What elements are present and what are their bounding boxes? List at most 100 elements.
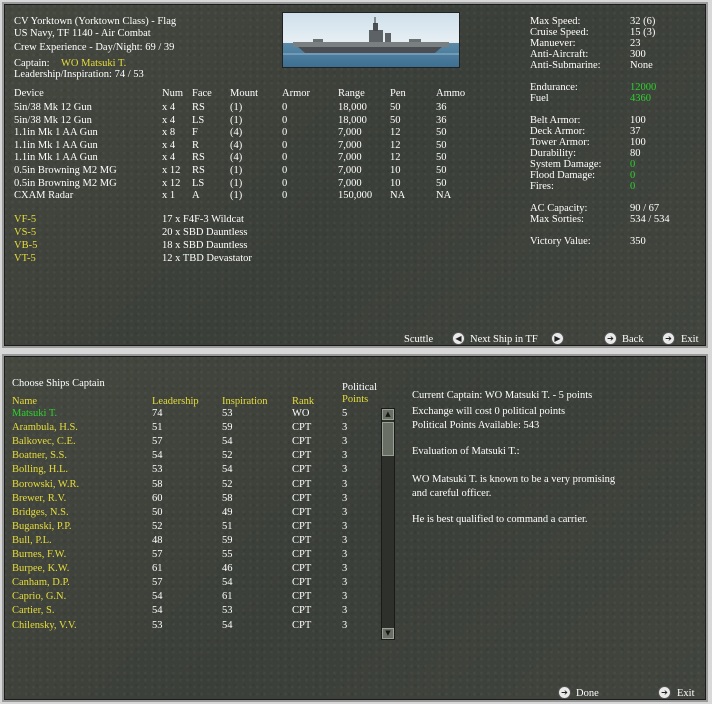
device-num: x 12: [162, 165, 181, 176]
stat-value: 0: [630, 159, 636, 170]
qualification-text: He is best qualified to command a carrie…: [412, 514, 588, 525]
device-num: x 12: [162, 177, 181, 189]
device-ammo: 50: [436, 127, 447, 139]
scrollbar-thumb[interactable]: [382, 422, 394, 456]
scroll-down-arrow-icon[interactable]: ▼: [382, 628, 394, 639]
captain-row[interactable]: Caprio, G.N. 54 61 CPT 3: [4, 591, 374, 604]
captain-row[interactable]: Chilensky, V.V. 53 54 CPT 3: [4, 620, 374, 633]
captain-name: Burnes, F.W.: [12, 549, 67, 560]
captain-leadership: 74: [152, 408, 163, 419]
squadron-aircraft: 12 x TBD Devastator: [162, 253, 252, 264]
captain-inspiration: 49: [222, 506, 233, 518]
squadron-name[interactable]: VF-5: [14, 214, 36, 225]
captain-rank: CPT: [292, 534, 312, 546]
captain-row[interactable]: Bull, P.L. 48 59 CPT 3: [4, 535, 374, 548]
captain-row[interactable]: Burnes, F.W. 57 55 CPT 3: [4, 549, 374, 562]
captain-list-scrollbar[interactable]: ▲ ▼: [381, 408, 395, 640]
captain-rank: CPT: [292, 422, 312, 434]
squadron-aircraft: 20 x SBD Dauntless: [162, 227, 248, 238]
captain-name: Matsuki T.: [12, 408, 58, 419]
captain-inspiration: 46: [222, 563, 233, 575]
ship-image: [282, 12, 460, 68]
leadership-inspiration: Leadership/Inspiration: 74 / 53: [14, 69, 144, 80]
device-name: 1.1in Mk 1 AA Gun: [14, 127, 98, 139]
squadron-name[interactable]: VT-5: [14, 253, 36, 264]
exit-button[interactable]: Exit: [677, 688, 695, 699]
previous-ship-arrow-icon[interactable]: ◀: [452, 332, 465, 345]
evaluation-text-line1: WO Matsuki T. is known to be a very prom…: [412, 474, 616, 485]
captain-inspiration: 53: [222, 605, 233, 617]
captain-row[interactable]: Balkovec, C.E. 57 54 CPT 3: [4, 436, 374, 449]
device-range: 7,000: [338, 152, 362, 164]
header-political[interactable]: Political: [342, 382, 377, 393]
back-arrow-icon[interactable]: ➔: [604, 332, 617, 345]
next-ship-label[interactable]: Next Ship in TF: [470, 334, 538, 345]
device-armor: 0: [282, 152, 288, 164]
squadron-aircraft: 17 x F4F-3 Wildcat: [162, 214, 244, 225]
captain-inspiration: 61: [222, 591, 233, 603]
captain-rank: CPT: [292, 436, 312, 448]
stat-value: None: [630, 60, 653, 71]
stat-label: Max Speed:: [530, 16, 581, 27]
captain-row[interactable]: Canham, D.P. 57 54 CPT 3: [4, 577, 374, 590]
captain-inspiration: 52: [222, 450, 233, 462]
back-button[interactable]: Back: [622, 334, 644, 345]
captain-row[interactable]: Matsuki T. 74 53 WO 5: [4, 408, 374, 421]
header-leadership[interactable]: Leadership: [152, 396, 199, 407]
device-pen: 10: [390, 177, 401, 189]
scuttle-button[interactable]: Scuttle: [404, 334, 433, 345]
stat-label: Max Sorties:: [530, 214, 584, 225]
captain-points: 3: [342, 577, 348, 589]
captain-leadership: 54: [152, 591, 163, 603]
captain-row[interactable]: Brewer, R.V. 60 58 CPT 3: [4, 493, 374, 506]
done-arrow-icon[interactable]: ➔: [558, 686, 571, 699]
device-pen: 12: [390, 139, 401, 151]
captain-row[interactable]: Buganski, P.P. 52 51 CPT 3: [4, 521, 374, 534]
header-name[interactable]: Name: [12, 396, 37, 407]
exit-arrow-icon[interactable]: ➔: [662, 332, 675, 345]
captain-rank: CPT: [292, 549, 312, 560]
device-name: 0.5in Browning M2 MG: [14, 177, 117, 189]
captain-row[interactable]: Cartier, S. 54 53 CPT 3: [4, 605, 374, 618]
device-name: 5in/38 Mk 12 Gun: [14, 114, 92, 126]
captain-name: Brewer, R.V.: [12, 492, 67, 504]
captain-name: Arambula, H.S.: [12, 422, 78, 434]
device-range: 150,000: [338, 190, 373, 202]
stat-label: Deck Armor:: [530, 126, 586, 137]
captain-row[interactable]: Boatner, S.S. 54 52 CPT 3: [4, 450, 374, 463]
evaluation-text-line2: and careful officer.: [412, 488, 492, 499]
captain-points: 3: [342, 534, 348, 546]
captain-row[interactable]: Bridges, N.S. 50 49 CPT 3: [4, 507, 374, 520]
done-button[interactable]: Done: [576, 688, 599, 699]
political-points-info: Political Points Available: 543: [412, 420, 540, 431]
captain-row[interactable]: Bolling, H.L. 53 54 CPT 3: [4, 464, 374, 477]
header-rank[interactable]: Rank: [292, 396, 314, 407]
captain-row[interactable]: Borowski, W.R. 58 52 CPT 3: [4, 479, 374, 492]
device-mount: (1): [230, 190, 243, 202]
device-num: x 4: [162, 114, 176, 126]
captain-name: Borowski, W.R.: [12, 478, 80, 490]
captain-leadership: 48: [152, 534, 163, 546]
device-ammo: 36: [436, 114, 447, 126]
captain-label: Captain:: [14, 58, 50, 69]
next-ship-arrow-icon[interactable]: ▶: [551, 332, 564, 345]
captain-leadership: 57: [152, 549, 163, 560]
captain-points: 3: [342, 619, 348, 631]
captain-points: 3: [342, 492, 348, 504]
captain-row[interactable]: Burpee, K.W. 61 46 CPT 3: [4, 563, 374, 576]
captain-row[interactable]: Arambula, H.S. 51 59 CPT 3: [4, 422, 374, 435]
exit-button[interactable]: Exit: [681, 334, 699, 345]
device-name: 1.1in Mk 1 AA Gun: [14, 152, 98, 164]
scroll-up-arrow-icon[interactable]: ▲: [382, 409, 394, 420]
device-face: LS: [192, 114, 205, 126]
captain-rank: CPT: [292, 591, 312, 603]
stat-label: Flood Damage:: [530, 170, 596, 181]
squadron-name[interactable]: VB-5: [14, 240, 37, 251]
header-inspiration[interactable]: Inspiration: [222, 396, 268, 407]
exit-arrow-icon[interactable]: ➔: [658, 686, 671, 699]
squadron-name[interactable]: VS-5: [14, 227, 36, 238]
stat-label: Fuel: [530, 93, 549, 104]
header-points[interactable]: Points: [342, 394, 368, 405]
captain-points: 3: [342, 422, 348, 434]
device-name: 0.5in Browning M2 MG: [14, 165, 117, 176]
